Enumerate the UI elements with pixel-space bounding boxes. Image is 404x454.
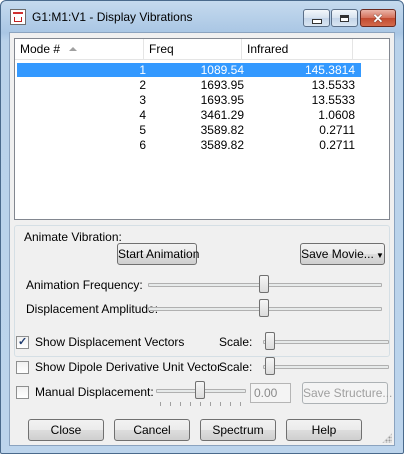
vibration-modes-list[interactable]: Mode # Freq Infrared 1 1089.54 145.3814 …: [14, 38, 390, 220]
cancel-button[interactable]: Cancel: [114, 419, 190, 441]
resize-grip-icon[interactable]: [382, 433, 392, 443]
show-dipole-vector-label: Show Dipole Derivative Unit Vector: [35, 360, 222, 374]
mode-cell: 2: [139, 78, 146, 92]
mode-cell: 6: [139, 138, 146, 152]
displacement-scale-slider[interactable]: [265, 332, 275, 350]
displacement-scale-track: [263, 340, 389, 344]
freq-cell: 1089.54: [200, 63, 244, 77]
displacement-amplitude-label: Displacement Amplitude:: [26, 302, 159, 316]
table-row[interactable]: 2 1693.95 13.5533: [17, 78, 361, 92]
infrared-cell: 0.2711: [319, 138, 355, 152]
mode-cell: 1: [139, 63, 146, 77]
save-structure-button[interactable]: Save Structure...: [302, 382, 392, 404]
display-vibrations-window: G1:M1:V1 - Display Vibrations ✕ Mode # F…: [0, 0, 404, 454]
app-icon[interactable]: [10, 9, 26, 25]
maximize-icon: [340, 14, 349, 22]
manual-displacement-value-field[interactable]: 0.00: [250, 383, 291, 403]
table-row[interactable]: 5 3589.82 0.2711: [17, 123, 361, 137]
list-header: Mode # Freq Infrared: [15, 39, 389, 60]
animate-vibration-label: Animate Vibration:: [24, 230, 122, 244]
save-movie-button[interactable]: Save Movie... ▼: [300, 243, 385, 265]
close-icon: ✕: [372, 10, 384, 26]
freq-cell: 3589.82: [200, 138, 244, 152]
show-displacement-vectors-checkbox[interactable]: [16, 335, 29, 349]
infrared-cell: 1.0608: [318, 108, 355, 122]
freq-cell: 3589.82: [200, 123, 244, 137]
minimize-button[interactable]: [303, 9, 330, 27]
column-header-mode-label: Mode #: [20, 42, 61, 56]
dipole-scale-track: [263, 365, 389, 369]
close-button[interactable]: Close: [28, 419, 104, 441]
column-header-infrared-label: Infrared: [247, 42, 289, 56]
column-header-infrared[interactable]: Infrared: [242, 39, 353, 59]
close-window-button[interactable]: ✕: [360, 9, 396, 27]
help-button[interactable]: Help: [286, 419, 362, 441]
manual-displacement-ticks: [160, 402, 244, 407]
table-row[interactable]: 1 1089.54 145.3814: [17, 63, 361, 77]
maximize-button[interactable]: [331, 9, 358, 27]
table-row[interactable]: 3 1693.95 13.5533: [17, 93, 361, 107]
freq-cell: 1693.95: [200, 93, 244, 107]
column-header-freq[interactable]: Freq: [144, 39, 242, 59]
sort-ascending-icon: [69, 47, 77, 51]
freq-cell: 3461.29: [200, 108, 244, 122]
manual-displacement-checkbox[interactable]: [16, 386, 29, 399]
minimize-icon: [311, 18, 322, 24]
table-row[interactable]: 6 3589.82 0.2711: [17, 138, 361, 152]
column-header-mode[interactable]: Mode #: [15, 39, 144, 59]
start-animation-button[interactable]: Start Animation: [117, 243, 199, 265]
table-row[interactable]: 4 3461.29 1.0608: [17, 108, 361, 122]
show-dipole-vector-checkbox[interactable]: [16, 361, 29, 374]
displacement-scale-label: Scale:: [219, 335, 253, 349]
manual-displacement-label: Manual Displacement:: [35, 385, 154, 399]
infrared-cell: 13.5533: [311, 93, 355, 107]
save-movie-label: Save Movie...: [301, 247, 374, 261]
mode-cell: 3: [139, 93, 146, 107]
column-header-freq-label: Freq: [149, 42, 174, 56]
show-displacement-vectors-label: Show Displacement Vectors: [35, 335, 185, 349]
dipole-scale-label: Scale:: [219, 360, 253, 374]
animation-frequency-slider[interactable]: [259, 275, 269, 293]
displacement-amplitude-slider[interactable]: [259, 299, 269, 317]
manual-displacement-slider[interactable]: [195, 381, 205, 399]
animation-frequency-label: Animation Frequency:: [26, 278, 143, 292]
window-title: G1:M1:V1 - Display Vibrations: [32, 10, 193, 24]
dropdown-arrow-icon: ▼: [373, 251, 384, 260]
mode-cell: 4: [139, 108, 146, 122]
dialog-body: Mode # Freq Infrared 1 1089.54 145.3814 …: [9, 32, 395, 446]
freq-cell: 1693.95: [200, 78, 244, 92]
spectrum-button[interactable]: Spectrum: [200, 419, 276, 441]
title-bar[interactable]: G1:M1:V1 - Display Vibrations ✕: [1, 1, 403, 33]
mode-cell: 5: [139, 123, 146, 137]
infrared-cell: 13.5533: [311, 78, 355, 92]
dipole-scale-slider[interactable]: [265, 357, 275, 375]
infrared-cell: 0.2711: [319, 123, 355, 137]
infrared-cell: 145.3814: [304, 63, 355, 77]
